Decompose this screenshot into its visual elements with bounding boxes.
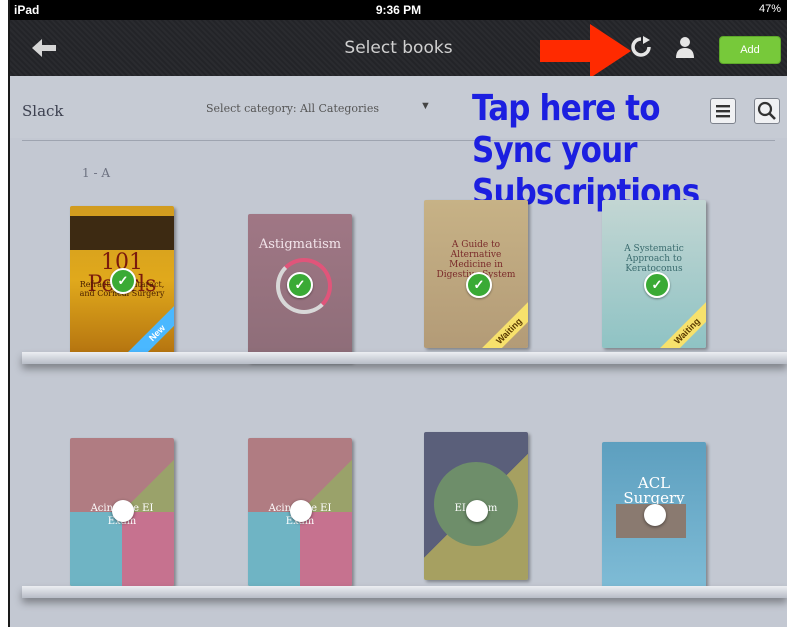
book-cover[interactable]: Acing the EI Exam bbox=[70, 438, 174, 586]
app-frame: iPad 9:36 PM 47% Select books Add Slack … bbox=[8, 0, 787, 627]
book-cover[interactable]: EI Exam bbox=[424, 432, 528, 580]
search-button[interactable] bbox=[754, 98, 780, 124]
selection-circle-icon[interactable] bbox=[466, 500, 488, 522]
checkmark-icon[interactable]: ✓ bbox=[287, 272, 313, 298]
book-cover[interactable]: ACL Surgery bbox=[602, 442, 706, 590]
annotation-line: Tap here to bbox=[472, 88, 661, 129]
status-time: 9:36 PM bbox=[375, 3, 422, 17]
checkmark-icon[interactable]: ✓ bbox=[110, 268, 136, 294]
bookshelf bbox=[22, 586, 787, 598]
bookshelf bbox=[22, 352, 787, 364]
list-view-button[interactable] bbox=[710, 98, 736, 124]
selection-circle-icon[interactable] bbox=[644, 504, 666, 526]
book-title: ACL Surgery bbox=[623, 474, 685, 507]
shelf-section-label: 1 - A bbox=[82, 166, 110, 180]
add-button[interactable]: Add bbox=[719, 36, 781, 64]
book-cover[interactable]: Astigmatism ✓ bbox=[248, 214, 352, 362]
book-ribbon: New bbox=[127, 303, 174, 354]
search-icon bbox=[757, 101, 776, 120]
selection-circle-icon[interactable] bbox=[112, 500, 134, 522]
status-bar: iPad 9:36 PM 47% bbox=[10, 0, 787, 20]
selection-circle-icon[interactable] bbox=[290, 500, 312, 522]
category-select[interactable]: All Categories bbox=[300, 102, 379, 115]
book-ribbon: Waiting bbox=[657, 301, 706, 348]
chevron-down-icon[interactable]: ▼ bbox=[420, 100, 431, 112]
red-arrow-annotation-icon bbox=[540, 24, 631, 78]
book-cover[interactable]: Acing the EI Exam bbox=[248, 438, 352, 586]
checkmark-icon[interactable]: ✓ bbox=[644, 272, 670, 298]
page-title: Select books bbox=[344, 38, 453, 58]
annotation-line: Sync your bbox=[472, 130, 638, 171]
book-ribbon: Waiting bbox=[479, 301, 528, 348]
sync-instruction-annotation: Tap here to Sync your Subscriptions bbox=[472, 88, 700, 214]
book-title: A Systematic Approach to Keratoconus bbox=[624, 244, 684, 274]
cover-image bbox=[70, 216, 174, 250]
book-cover[interactable]: A Systematic Approach to Keratoconus Wai… bbox=[602, 200, 706, 348]
battery-level: 47% bbox=[758, 3, 781, 15]
list-icon bbox=[716, 105, 730, 118]
book-cover[interactable]: A Guide to Alternative Medicine in Diges… bbox=[424, 200, 528, 348]
book-cover[interactable]: 101 Pearls Refractive, Cataract, and Cor… bbox=[70, 206, 174, 354]
category-label: Select category: bbox=[206, 102, 297, 115]
profile-button[interactable] bbox=[672, 34, 698, 60]
user-icon bbox=[676, 37, 694, 58]
checkmark-icon[interactable]: ✓ bbox=[466, 272, 492, 298]
navigation-bar: Select books Add bbox=[10, 20, 787, 76]
library-title: Slack bbox=[22, 102, 64, 120]
book-title: Astigmatism bbox=[258, 237, 342, 252]
